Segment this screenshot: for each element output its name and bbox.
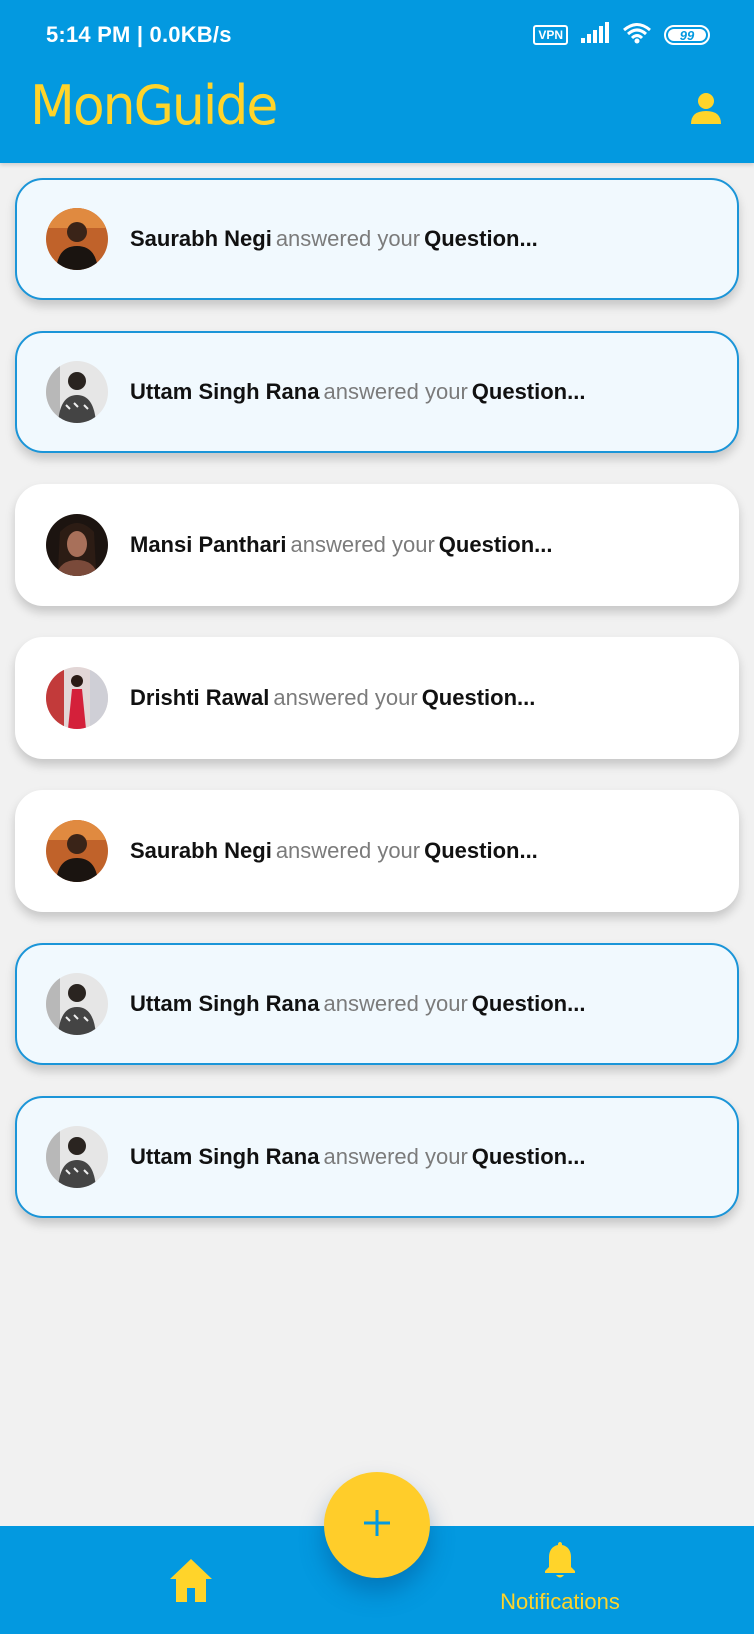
avatar xyxy=(46,208,108,270)
nav-home-button[interactable] xyxy=(165,1556,217,1608)
notification-text: Uttam Singh Rana answered your Question... xyxy=(130,1143,585,1171)
author-name: Uttam Singh Rana xyxy=(130,1144,320,1169)
notification-text: Uttam Singh Rana answered your Question... xyxy=(130,990,585,1018)
question-link[interactable]: Question... xyxy=(439,532,553,557)
vpn-badge: VPN xyxy=(533,25,568,45)
notification-text: Uttam Singh Rana answered your Question... xyxy=(130,378,585,406)
battery-level: 99 xyxy=(679,27,695,43)
question-link[interactable]: Question... xyxy=(424,226,538,251)
notification-item[interactable]: Mansi Panthari answered your Question... xyxy=(15,484,739,606)
question-link[interactable]: Question... xyxy=(472,379,586,404)
action-text: answered your xyxy=(323,379,468,404)
plus-icon xyxy=(362,1508,392,1543)
notification-item[interactable]: Uttam Singh Rana answered your Question... xyxy=(15,943,739,1065)
notification-text: Saurabh Negi answered your Question... xyxy=(130,225,538,253)
question-link[interactable]: Question... xyxy=(472,991,586,1016)
notification-item[interactable]: Saurabh Negi answered your Question... xyxy=(15,178,739,300)
author-name: Saurabh Negi xyxy=(130,226,272,251)
add-question-fab[interactable] xyxy=(324,1472,430,1578)
bell-icon xyxy=(542,1540,578,1585)
person-icon xyxy=(689,91,723,130)
app-bar: 5:14 PM | 0.0KB/s VPN 99 MonGuide xyxy=(0,0,754,163)
status-icons: VPN 99 xyxy=(533,21,710,49)
avatar xyxy=(46,1126,108,1188)
notification-text: Drishti Rawal answered your Question... xyxy=(130,684,535,712)
action-text: answered your xyxy=(273,685,418,710)
nav-notifications-button[interactable]: Notifications xyxy=(490,1540,630,1626)
action-text: answered your xyxy=(275,838,421,863)
action-text: answered your xyxy=(323,1144,468,1169)
action-text: answered your xyxy=(290,532,435,557)
author-name: Drishti Rawal xyxy=(130,685,270,710)
avatar xyxy=(46,667,108,729)
question-link[interactable]: Question... xyxy=(424,838,538,863)
app-title: MonGuide xyxy=(30,74,278,138)
notification-text: Saurabh Negi answered your Question... xyxy=(130,837,538,865)
wifi-icon xyxy=(622,22,652,49)
notification-item[interactable]: Saurabh Negi answered your Question... xyxy=(15,790,739,912)
author-name: Mansi Panthari xyxy=(130,532,287,557)
notification-item[interactable]: Uttam Singh Rana answered your Question... xyxy=(15,331,739,453)
notification-item[interactable]: Drishti Rawal answered your Question... xyxy=(15,637,739,759)
nav-notifications-label: Notifications xyxy=(500,1589,620,1614)
avatar xyxy=(46,820,108,882)
notification-item[interactable]: Uttam Singh Rana answered your Question... xyxy=(15,1096,739,1218)
battery-indicator: 99 xyxy=(664,25,710,45)
signal-icon xyxy=(580,21,610,49)
author-name: Uttam Singh Rana xyxy=(130,991,320,1016)
action-text: answered your xyxy=(323,991,468,1016)
question-link[interactable]: Question... xyxy=(472,1144,586,1169)
status-time: 5:14 PM | 0.0KB/s xyxy=(46,22,232,47)
avatar xyxy=(46,361,108,423)
home-icon xyxy=(167,1556,215,1609)
status-bar: 5:14 PM | 0.0KB/s VPN 99 xyxy=(0,0,754,70)
notification-text: Mansi Panthari answered your Question... xyxy=(130,531,552,559)
question-link[interactable]: Question... xyxy=(422,685,536,710)
profile-button[interactable] xyxy=(686,90,726,130)
avatar xyxy=(46,514,108,576)
avatar xyxy=(46,973,108,1035)
author-name: Saurabh Negi xyxy=(130,838,272,863)
action-text: answered your xyxy=(275,226,421,251)
author-name: Uttam Singh Rana xyxy=(130,379,320,404)
